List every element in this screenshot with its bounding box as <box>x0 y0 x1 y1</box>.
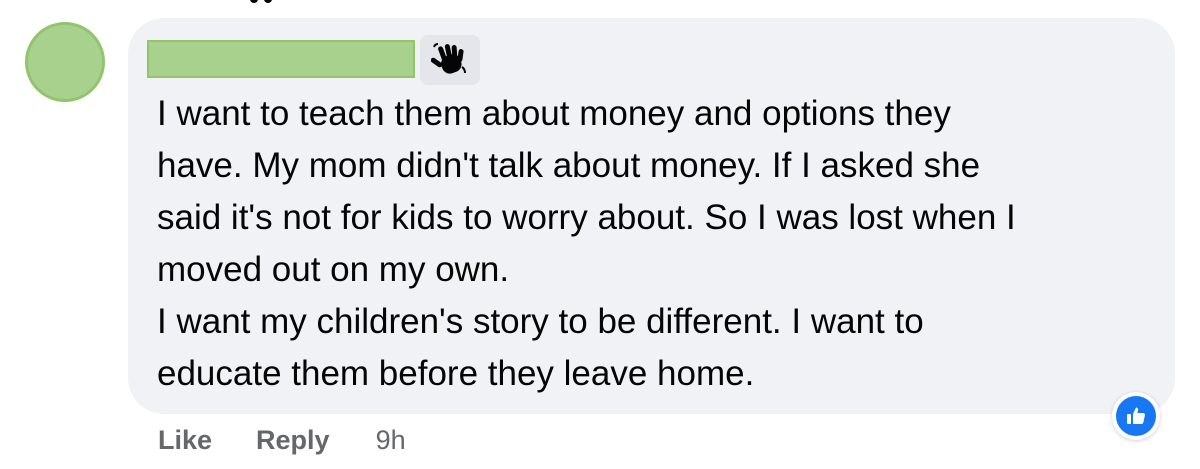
previous-comment-fragment <box>250 0 340 4</box>
like-reaction <box>1116 396 1156 436</box>
author-badge[interactable] <box>420 35 480 85</box>
like-button[interactable]: Like <box>158 425 212 456</box>
comment-actions: Like Reply 9h <box>158 420 406 460</box>
comment-line: said it's not for kids to worry about. S… <box>157 198 1016 237</box>
comment-line: have. My mom didn't talk about money. If… <box>157 146 981 185</box>
thumbs-up-icon <box>1127 407 1145 424</box>
reaction-count-badge[interactable] <box>1112 392 1160 440</box>
comment-line: moved out on my own. <box>157 250 510 289</box>
comment-line: I want my children's story to be differe… <box>157 302 924 341</box>
comment-line: educate them before they leave home. <box>157 354 755 393</box>
reply-button[interactable]: Reply <box>256 425 330 456</box>
comment-line: I want to teach them about money and opt… <box>157 94 951 133</box>
waving-hand-icon <box>431 43 466 74</box>
author-name-redacted[interactable] <box>147 40 415 78</box>
comment-timestamp[interactable]: 9h <box>376 425 406 456</box>
comment-text: I want to teach them about money and opt… <box>157 88 1147 400</box>
avatar[interactable] <box>25 22 105 102</box>
